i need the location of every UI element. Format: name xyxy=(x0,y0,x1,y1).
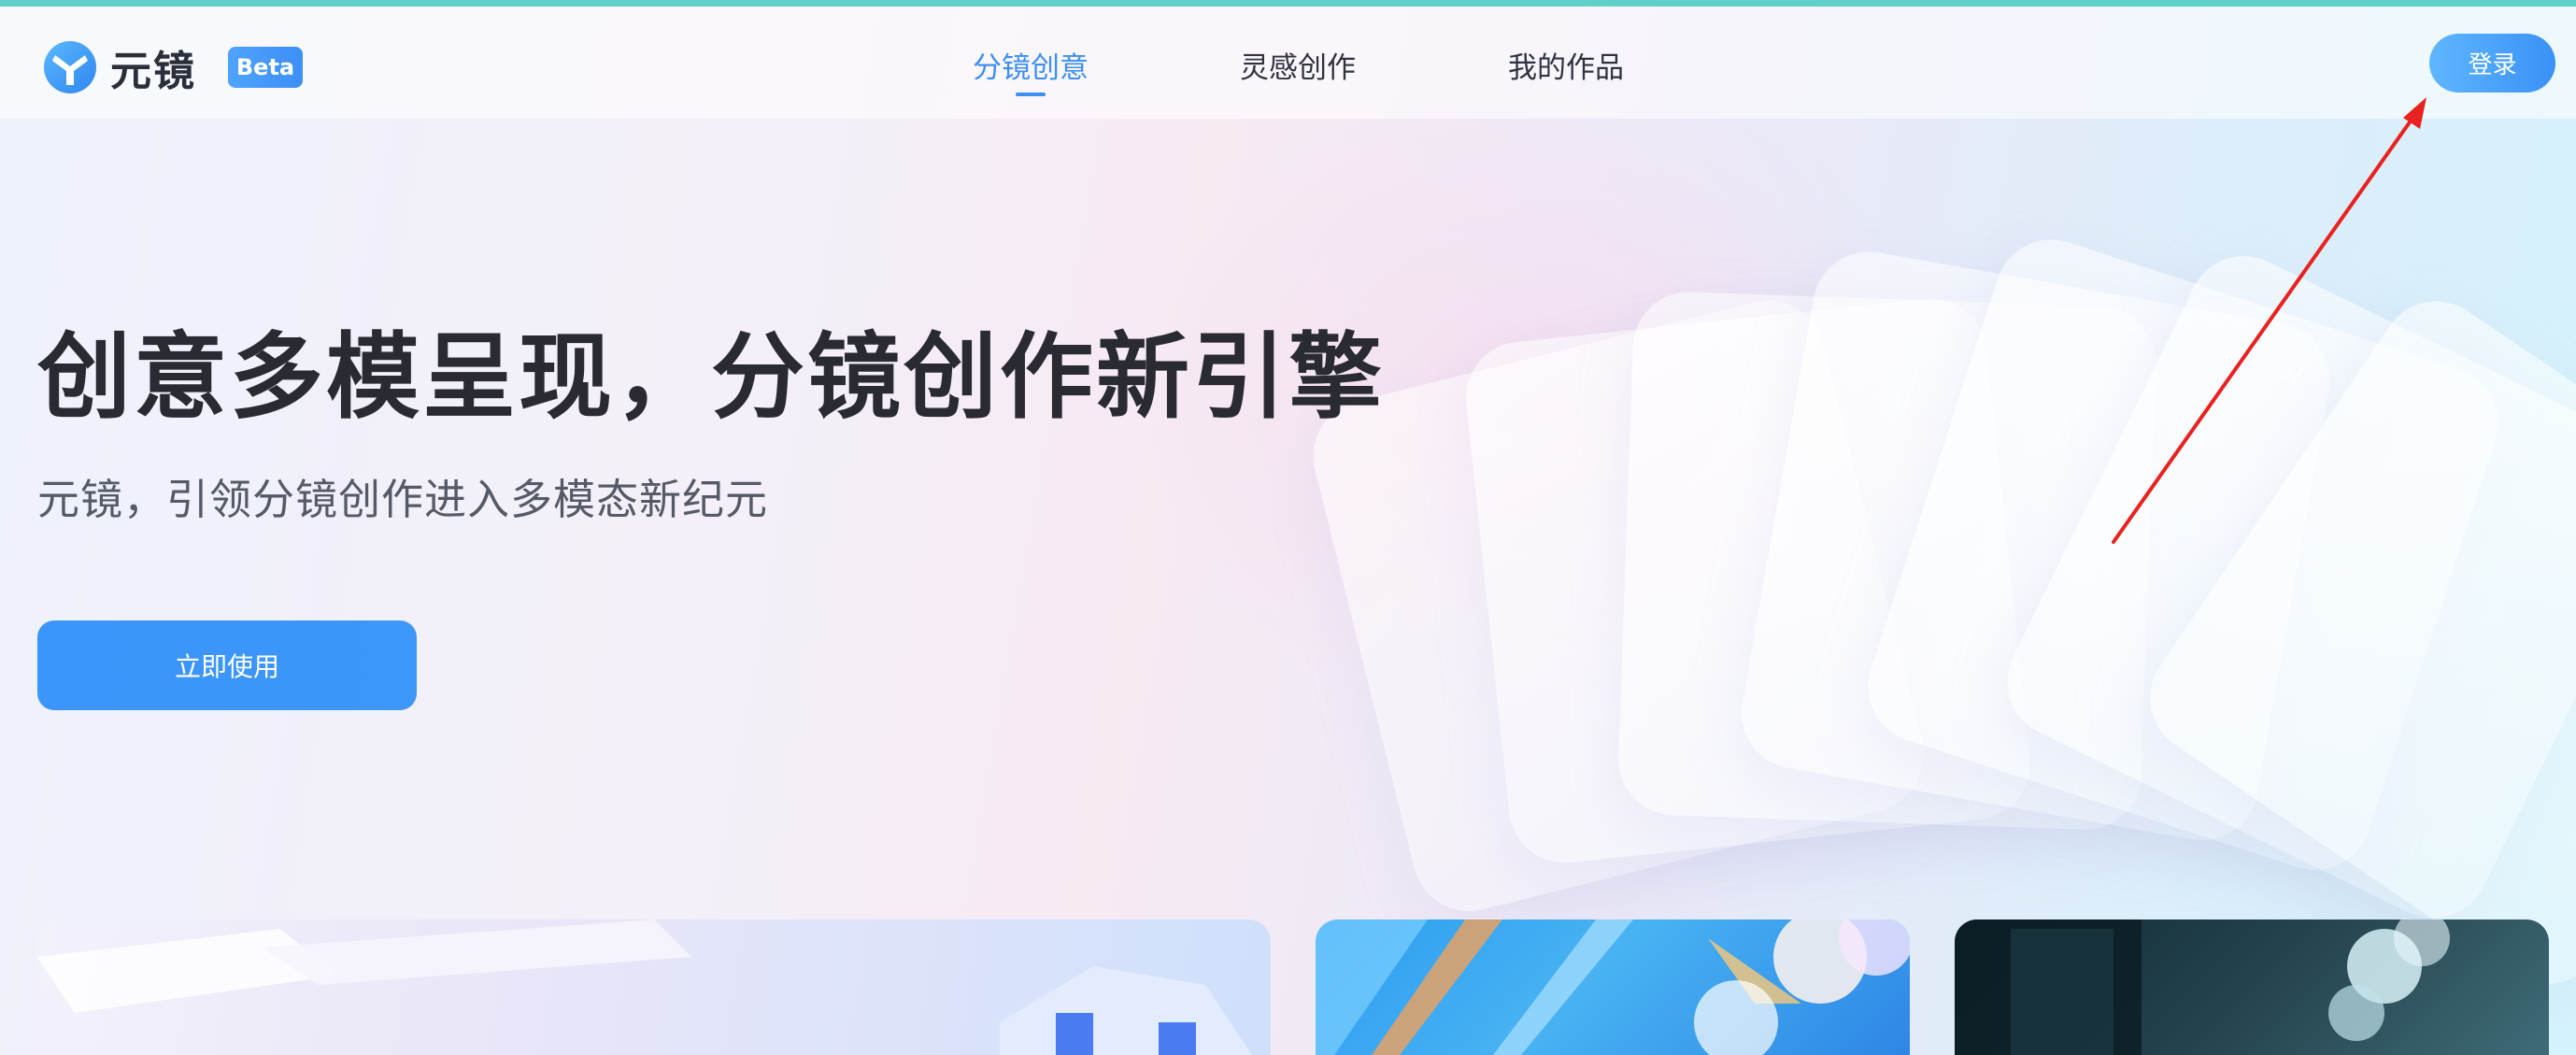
tab-storyboard-idea[interactable]: 分镜创意 xyxy=(973,44,1089,96)
main-nav: 分镜创意 灵感创作 我的作品 xyxy=(0,7,2576,119)
top-navbar: 元镜 Beta 分镜创意 灵感创作 我的作品 登录 xyxy=(0,7,2576,119)
start-using-button[interactable]: 立即使用 xyxy=(37,620,417,710)
showcase-anime-illustration xyxy=(1316,920,1910,1055)
showcase-3d-illustration xyxy=(37,920,1252,1055)
top-accent-strip xyxy=(0,0,2576,7)
showcase-card-2[interactable] xyxy=(1316,920,1910,1055)
tab-label: 灵感创作 xyxy=(1240,51,1356,85)
hero-title: 创意多模呈现，分镜创作新引擎 xyxy=(37,322,1385,432)
active-tab-indicator xyxy=(1016,93,1046,96)
tab-label: 分镜创意 xyxy=(973,51,1089,85)
showcase-storm-illustration xyxy=(1955,920,2450,1055)
login-button[interactable]: 登录 xyxy=(2429,34,2555,93)
hero-subtitle: 元镜，引领分镜创作进入多模态新纪元 xyxy=(37,475,769,524)
tab-label: 我的作品 xyxy=(1508,51,1624,85)
showcase-card-3[interactable] xyxy=(1955,920,2549,1055)
tab-inspiration-create[interactable]: 灵感创作 xyxy=(1240,44,1356,86)
fan-card xyxy=(1988,236,2576,937)
showcase-card-1[interactable] xyxy=(37,920,1271,1055)
fan-card xyxy=(2128,279,2576,1006)
tab-my-works[interactable]: 我的作品 xyxy=(1508,44,1624,86)
